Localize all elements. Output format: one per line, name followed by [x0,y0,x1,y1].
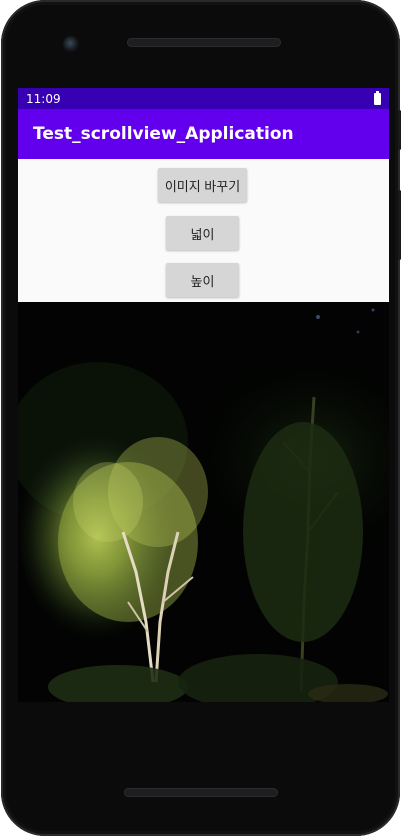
controls-panel: 이미지 바꾸기 넓이 높이 [18,159,389,302]
night-garden-image [18,302,389,702]
height-button[interactable]: 높이 [166,263,239,297]
status-bar: 11:09 [18,88,389,109]
front-camera [63,36,79,52]
battery-icon [374,90,381,105]
app-bar: Test_scrollview_Application [18,109,389,159]
status-time: 11:09 [26,91,61,106]
width-button[interactable]: 넓이 [166,216,239,250]
app-title: Test_scrollview_Application [33,124,294,144]
power-button [398,110,401,150]
device-screen: 11:09 Test_scrollview_Application 이미지 바꾸… [18,88,389,702]
bottom-speaker [124,788,278,797]
phone-frame: 11:09 Test_scrollview_Application 이미지 바꾸… [1,0,401,836]
volume-button [398,190,401,260]
image-scroll-view[interactable] [18,302,389,702]
change-image-button[interactable]: 이미지 바꾸기 [158,168,247,202]
top-speaker [127,38,281,47]
